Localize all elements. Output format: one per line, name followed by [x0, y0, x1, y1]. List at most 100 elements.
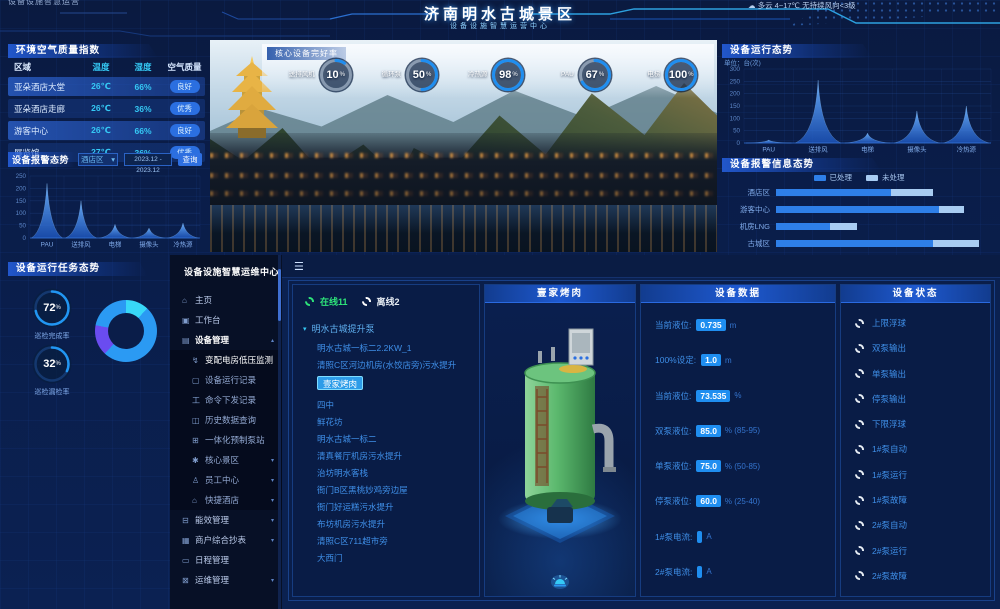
device-status-row: 下限浮球	[855, 418, 980, 430]
station-3d-view	[485, 303, 635, 596]
device-status-panel: 设备状态 上限浮球双泵输出单泵输出停泵输出下限浮球1#泵自动1#泵运行1#泵故障…	[840, 284, 991, 597]
device-status-row: 1#泵运行	[855, 469, 980, 481]
caret-down-icon: ▾	[303, 325, 307, 333]
alarm-info-bars: 酒店区游客中心机房LNG古城区	[722, 184, 996, 252]
tree-item[interactable]: 明水古城一标二	[317, 431, 479, 448]
sidebar-item-设备管理[interactable]: ▤设备管理▴	[170, 330, 282, 350]
value-box: 75.0	[696, 460, 721, 472]
menu-collapse-icon[interactable]: ☰	[294, 260, 304, 273]
inspection-complete-label: 巡检完成率	[17, 331, 87, 341]
bar-row: 古城区	[722, 235, 996, 252]
sidebar-scrollbar[interactable]	[278, 255, 281, 609]
svg-text:摄像头: 摄像头	[907, 145, 927, 154]
chevron-down-icon: ▾	[271, 577, 274, 584]
sidebar-item-员工中心[interactable]: ♙员工中心▾	[170, 470, 282, 490]
col-header: 温度	[80, 61, 122, 73]
value-box: 0.735	[696, 319, 725, 331]
device-icon: ▤	[182, 336, 195, 345]
tree-item[interactable]: 布坊机房污水提升	[317, 516, 479, 533]
device-data-panel: 设备数据 当前液位:0.735m100%设定:1.0m当前液位:73.535%双…	[640, 284, 836, 597]
status-ring-icon	[855, 344, 864, 353]
chevron-down-icon: ▾	[111, 154, 115, 165]
svg-text:电梯: 电梯	[109, 240, 122, 249]
station-tree-panel: 在线11 离线2 ▾ 明水古城提升泵 明水古城一标二2.2KW_1清照C区河边机…	[292, 284, 480, 597]
alarm-area-select[interactable]: 酒店区▾	[78, 153, 118, 166]
col-header: 区域	[8, 61, 80, 73]
sidebar-item-商户综合抄表[interactable]: ▦商户综合抄表▾	[170, 530, 282, 550]
device-status-row: 单泵输出	[855, 368, 980, 380]
tree-item[interactable]: 鲜花坊	[317, 414, 479, 431]
svg-text:50: 50	[733, 128, 740, 135]
alarm-panel-title: 设备报警态势	[8, 152, 75, 167]
tree-root-node[interactable]: ▾ 明水古城提升泵	[293, 308, 479, 335]
search-button[interactable]: 查询	[178, 153, 202, 166]
svg-text:冷热源: 冷热源	[957, 145, 977, 154]
tree-item[interactable]: 清照C区711超市旁	[317, 533, 479, 550]
status-ring-icon	[855, 369, 864, 378]
value-box: 73.535	[696, 390, 730, 402]
photo-town	[210, 133, 717, 205]
svg-text:250: 250	[730, 78, 741, 85]
sidebar-item-变配电房低压监测[interactable]: ↯变配电房低压监测	[170, 350, 282, 370]
chevron-down-icon: ▾	[271, 477, 274, 484]
tree-item[interactable]: 清真餐厅机房污水提升	[317, 448, 479, 465]
tree-item[interactable]: 明水古城一标二2.2KW_1	[317, 340, 479, 357]
device-data-row: 1#泵电流:A	[655, 531, 825, 543]
device-data-row: 2#泵电流:A	[655, 566, 825, 578]
legend-item: 已处理	[814, 172, 853, 183]
sidebar-item-运维管理[interactable]: ⊠运维管理▾	[170, 570, 282, 590]
energy-icon: ⊟	[182, 516, 195, 525]
value-box: 1.0	[701, 354, 721, 366]
sidebar-item-工作台[interactable]: ▣工作台	[170, 310, 282, 330]
kpi-gauge: 循环泵50%	[375, 57, 440, 93]
svg-text:0: 0	[737, 140, 741, 147]
sidebar-item-设备运行记录[interactable]: ▢设备运行记录	[170, 370, 282, 390]
tree-item[interactable]: 治坊明水客栈	[317, 465, 479, 482]
tree-item[interactable]: 衙门好运糕污水提升	[317, 499, 479, 516]
chevron-up-icon: ▴	[271, 337, 274, 344]
tree-item[interactable]: 四中	[317, 397, 479, 414]
sidebar-item-快捷酒店[interactable]: ⌂快捷酒店▾	[170, 490, 282, 510]
tree-item[interactable]: 清照C区河边机房(水饺店旁)污水提升	[317, 357, 479, 374]
alarm-info-panel-title: 设备报警信息态势	[722, 158, 882, 172]
env-panel-title: 环境空气质量指数	[8, 44, 158, 58]
status-ring-icon	[855, 496, 864, 505]
tree-item[interactable]: 衙门B区黑桃妙鸡旁边屋	[317, 482, 479, 499]
device-status-row: 2#泵故障	[855, 570, 980, 582]
run-chart-unit: 单位：台(次)	[724, 57, 761, 67]
status-ring-icon	[855, 420, 864, 429]
meter-icon: ▦	[182, 536, 195, 545]
tree-item[interactable]: 大西门	[317, 550, 479, 567]
env-table-header: 区域温度湿度空气质量	[8, 60, 205, 74]
sidebar-item-核心景区[interactable]: ✱核心景区▾	[170, 450, 282, 470]
station-panel-title: 壹家烤肉	[485, 285, 635, 303]
sidebar-item-历史数据查询[interactable]: ◫历史数据查询	[170, 410, 282, 430]
value-box: 60.0	[696, 495, 721, 507]
sidebar-item-主页[interactable]: ⌂主页	[170, 290, 282, 310]
status-ring-icon	[855, 319, 864, 328]
device-data-row: 100%设定:1.0m	[655, 354, 825, 366]
run-trend-chart: 050100150200250300PAU送排风电梯摄像头冷热源	[722, 62, 996, 154]
workbench-icon: ▣	[182, 316, 195, 325]
svg-text:250: 250	[16, 173, 27, 180]
svg-text:100: 100	[16, 210, 27, 217]
table-row: 亚朵酒店走廊26℃36%优秀	[8, 99, 205, 118]
alarm-info-legend: 已处理 未处理	[722, 172, 996, 183]
sidebar-item-一体化预制泵站[interactable]: ⊞一体化预制泵站	[170, 430, 282, 450]
device-status-row: 1#泵故障	[855, 494, 980, 506]
sidebar-item-命令下发记录[interactable]: 工命令下发记录	[170, 390, 282, 410]
photo-water	[210, 205, 717, 252]
svg-text:50: 50	[19, 223, 26, 230]
device-status-row: 2#泵运行	[855, 545, 980, 557]
bar-row: 机房LNG	[722, 218, 996, 235]
hotel-icon: ⌂	[192, 496, 205, 505]
run-panel-title: 设备运行态势	[722, 44, 872, 58]
svg-text:100: 100	[730, 115, 741, 122]
sidebar-item-能效管理[interactable]: ⊟能效管理▾	[170, 510, 282, 530]
tree-item-selected[interactable]: 壹家烤肉	[317, 376, 363, 390]
alarm-date-range[interactable]: 2023.12 - 2023.12	[124, 153, 172, 166]
sidebar-item-日程管理[interactable]: ▭日程管理	[170, 550, 282, 570]
svg-text:PAU: PAU	[41, 242, 54, 249]
legend-item: 未处理	[866, 172, 905, 183]
station-3d-panel: 壹家烤肉	[484, 284, 636, 597]
